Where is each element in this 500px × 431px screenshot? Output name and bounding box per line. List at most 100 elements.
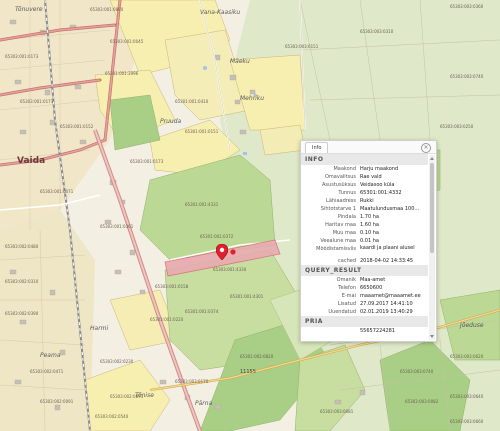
parcel-label: 65301:001:4331 [185, 202, 219, 207]
info-row: Omavalitsus Rae vald [301, 173, 428, 181]
parcel-label: 65303:001:0152 [60, 124, 94, 129]
info-row: Sihtotstarve 1 Maatulundusmaa 100... [301, 205, 428, 213]
parcel-label: 65303:001:0171 [20, 99, 54, 104]
row-key: E-mai [341, 293, 356, 299]
row-key: Veealune maa [320, 238, 356, 244]
row-key: cached [338, 258, 356, 264]
info-row: Lähiaadress Rukki [301, 197, 428, 205]
row-key: Lähiaadress [326, 198, 356, 204]
parcel-label: 65303:001:0173 [5, 54, 39, 59]
parcel-label: 65303:003:0620 [450, 354, 484, 359]
parcel-label: 65303:003:0081 [320, 409, 354, 414]
popup-scrollbar[interactable] [429, 155, 435, 340]
row-value: Veidasoo küla [360, 182, 395, 188]
row-value: 02.01.2019 13:40:29 [360, 309, 413, 315]
parcel-label: 65303:003:0360 [450, 4, 484, 9]
town-label: Vaida [17, 156, 46, 166]
section-header-pria: PRIA [301, 316, 428, 327]
info-row: 55657224281 [301, 327, 428, 335]
parcel-label: 65301:001:3996 [105, 71, 139, 76]
scroll-up-icon[interactable] [430, 157, 434, 160]
row-key: Muu maa [332, 230, 356, 236]
row-value: Rukki [360, 198, 374, 204]
row-key: Omanik [336, 277, 356, 283]
point-marker-icon[interactable] [230, 249, 236, 255]
info-row: Veealune maa 0.01 ha [301, 237, 428, 245]
info-row: Omanik Maa-amet [301, 276, 428, 284]
parcel-label: 65303:001:4330 [213, 267, 247, 272]
place-label: Mehriku [240, 95, 265, 102]
info-row: Maakond Harju maakond [301, 165, 428, 173]
parcel-label: 65303:002:0390 [5, 311, 39, 316]
popup-tabbar: Info × [301, 141, 436, 154]
row-value: Rae vald [360, 174, 382, 180]
row-key: Tunnus [338, 190, 356, 196]
info-row: Muu maa 0.10 ha [301, 229, 428, 237]
row-key: Sihtotstarve 1 [320, 206, 356, 212]
info-row: E-mai maaamet@maaamet.ee [301, 292, 428, 300]
row-key: Asustusüksus [322, 182, 356, 188]
info-row: cached 2018-04-02 14:33:45 [301, 257, 428, 265]
close-icon[interactable]: × [421, 143, 431, 153]
parcel-label: 65303:001:0045 [110, 39, 144, 44]
info-row: Pindala 1.70 ha [301, 213, 428, 221]
parcel-label: 65301:001:0410 [175, 99, 209, 104]
row-value: 1.70 ha [360, 214, 379, 220]
place-label: Tõnuvere [15, 6, 43, 13]
place-label: Pärna [195, 400, 213, 407]
row-value: 6650600 [360, 285, 383, 291]
parcel-label: 65303:001:0158 [155, 284, 189, 289]
parcel-label: 65303:003:0740 [400, 369, 434, 374]
parcel-label: 65303:001:0220 [150, 317, 184, 322]
row-key: Uuendatud [328, 309, 356, 315]
parcel-label: 65303:002:0540 [95, 414, 129, 419]
row-key: Mõõdistamisviis [316, 246, 356, 252]
row-value: 65301:001:4332 [360, 190, 402, 196]
row-key: Omavalitsus [324, 174, 356, 180]
parcel-label: 65303:001:0071 [40, 189, 74, 194]
location-marker-icon[interactable] [216, 244, 228, 260]
row-key: Haritav maa [325, 222, 356, 228]
scroll-thumb[interactable] [430, 163, 434, 253]
parcel-label: 65303:003:0740 [450, 74, 484, 79]
place-label: Peama [40, 352, 61, 359]
scroll-down-icon[interactable] [430, 335, 434, 338]
parcel-label: 65303:003:0660 [450, 419, 484, 424]
parcel-label: 65301:001:4301 [230, 294, 264, 299]
info-row: Mõõdistamisviis kaardi ja plaani alusel [301, 245, 428, 257]
parcel-label: 65303:003:0310 [360, 29, 394, 34]
section-header-info: INFO [301, 154, 428, 165]
parcel-label: 65301:001:0374 [185, 309, 219, 314]
parcel-label: 65303:003:0151 [285, 44, 319, 49]
place-label: Harmi [90, 325, 109, 332]
info-row: Telefon 6650600 [301, 284, 428, 292]
row-value: Harju maakond [360, 166, 399, 172]
info-row: Uuendatud 02.01.2019 13:40:29 [301, 308, 428, 316]
road-label: 11155 [240, 369, 256, 375]
tab-info[interactable]: Info [305, 142, 329, 153]
row-value: 0.01 ha [360, 238, 379, 244]
parcel-label: 65301:001:0151 [185, 129, 219, 134]
row-value: Maatulundusmaa 100... [360, 206, 420, 212]
place-label: Pruuda [160, 118, 182, 125]
parcel-label: 65301:002:0820 [240, 354, 274, 359]
row-value: 1.60 ha [360, 222, 379, 228]
row-value: 55657224281 [360, 328, 395, 334]
info-popup: Info × INFO Maakond Harju maakond Omavali… [300, 140, 437, 342]
row-key: Lisatud [337, 301, 356, 307]
parcel-label: 65301:001:0372 [200, 234, 234, 239]
place-label: Mäeku [230, 58, 250, 65]
parcel-label: 65303:002:0230 [100, 359, 134, 364]
parcel-label: 65303:002:0480 [5, 244, 39, 249]
row-value[interactable]: maaamet@maaamet.ee [360, 292, 426, 300]
place-label: Jõeduse [460, 322, 484, 329]
parcel-label: 65303:003:0082 [405, 399, 439, 404]
popup-content[interactable]: INFO Maakond Harju maakond Omavalitsus Rae… [301, 154, 428, 341]
parcel-label: 65303:001:0880 [90, 7, 124, 12]
info-row: Lisatud 27.09.2017 14:41:10 [301, 300, 428, 308]
row-key: Maakond [333, 166, 356, 172]
parcel-label: 65303:002:0091 [40, 399, 74, 404]
section-header-query-result: QUERY_RESULT [301, 265, 428, 276]
row-value: 27.09.2017 14:41:10 [360, 301, 413, 307]
parcel-label: 65303:002:0471 [30, 369, 64, 374]
